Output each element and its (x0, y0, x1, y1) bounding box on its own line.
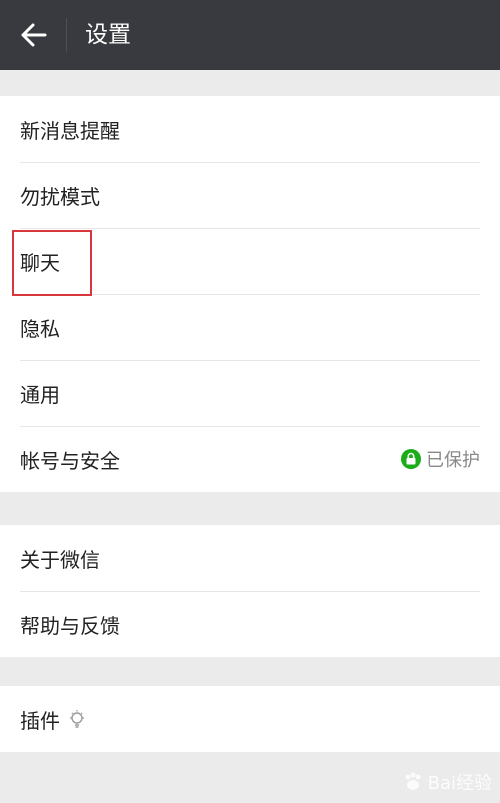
settings-item-help-feedback[interactable]: 帮助与反馈 (0, 591, 500, 657)
settings-item-label: 新消息提醒 (20, 118, 120, 143)
settings-item-plugins[interactable]: 插件 (0, 686, 500, 752)
back-button[interactable] (12, 14, 56, 56)
settings-item-account-security[interactable]: 帐号与安全 已保护 (0, 426, 500, 492)
arrow-left-icon (21, 23, 47, 47)
lightbulb-icon (70, 710, 84, 728)
settings-item-label: 帐号与安全 (20, 448, 120, 473)
settings-group-plugins: 插件 (0, 686, 500, 752)
baidu-watermark: Bai经验 (402, 769, 492, 795)
settings-item-general[interactable]: 通用 (0, 360, 500, 426)
settings-item-label: 插件 (20, 708, 60, 733)
settings-item-label: 帮助与反馈 (20, 613, 120, 638)
settings-group-about: 关于微信 帮助与反馈 (0, 525, 500, 657)
lock-icon (401, 449, 421, 469)
settings-item-label: 隐私 (20, 316, 60, 341)
account-status: 已保护 (401, 426, 480, 492)
settings-item-about-wechat[interactable]: 关于微信 (0, 525, 500, 591)
settings-item-label: 关于微信 (20, 547, 100, 572)
settings-item-do-not-disturb[interactable]: 勿扰模式 (0, 162, 500, 228)
settings-item-label: 通用 (20, 382, 60, 407)
paw-icon (405, 772, 421, 790)
title-bar: 设置 (0, 0, 500, 70)
page-title: 设置 (85, 22, 131, 48)
title-divider (66, 18, 67, 52)
highlight-annotation (12, 230, 92, 296)
watermark-text: Bai经验 (427, 773, 492, 794)
settings-item-label: 勿扰模式 (20, 184, 100, 209)
settings-item-privacy[interactable]: 隐私 (0, 294, 500, 360)
account-status-text: 已保护 (426, 450, 480, 471)
settings-item-new-message-alerts[interactable]: 新消息提醒 (0, 96, 500, 162)
